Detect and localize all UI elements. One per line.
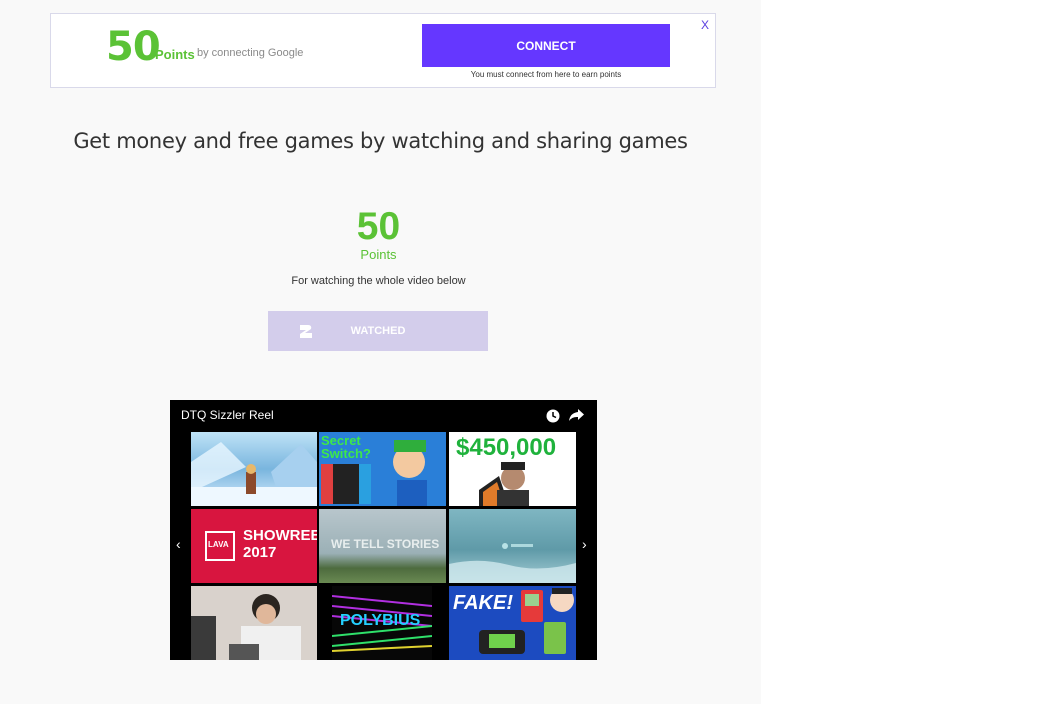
- watched-logo-icon: [300, 325, 312, 338]
- connect-note: You must connect from here to earn point…: [470, 70, 622, 79]
- watched-button[interactable]: WATCHED: [268, 311, 488, 351]
- lava-logo: LAVA: [205, 531, 235, 561]
- banner-description: by connecting Google: [197, 47, 304, 59]
- video-player[interactable]: DTQ Sizzler Reel ‹ › Secret Switch? $450…: [170, 400, 597, 660]
- reward-description: For watching the whole video below: [291, 275, 466, 287]
- chevron-left-icon[interactable]: ‹: [176, 536, 181, 552]
- thumb-gamers[interactable]: [191, 586, 317, 660]
- reward-points-label: Points: [360, 247, 397, 262]
- thumb-we-tell-stories[interactable]: WE TELL STORIES: [319, 509, 446, 583]
- video-title[interactable]: DTQ Sizzler Reel: [181, 408, 274, 422]
- thumb-snow-game[interactable]: [191, 432, 317, 506]
- banner-points-label: Points: [155, 47, 195, 62]
- thumb-lava-showreel[interactable]: LAVA SHOWREEL 2017: [191, 509, 317, 583]
- thumb-secret-switch[interactable]: Secret Switch?: [319, 432, 446, 506]
- thumb-label: $450,000: [456, 434, 557, 461]
- gamers-scene-image: [191, 586, 317, 660]
- thumb-polybius[interactable]: POLYBIUS: [332, 586, 432, 660]
- chevron-right-icon[interactable]: ›: [582, 536, 587, 552]
- thumb-label: SHOWREEL 2017: [243, 527, 317, 561]
- close-banner-button[interactable]: X: [701, 18, 709, 32]
- reward-points-value: 50: [356, 205, 401, 248]
- sea-scene-image: [449, 543, 576, 583]
- share-icon[interactable]: [569, 409, 584, 422]
- connect-banner: 50 Points by connecting Google CONNECT Y…: [50, 13, 716, 88]
- lava-logo-text: LAVA: [208, 540, 229, 549]
- thumb-label: Secret Switch?: [321, 433, 371, 461]
- thumb-label: FAKE!: [453, 592, 513, 614]
- main-content-area: 50 Points by connecting Google CONNECT Y…: [0, 0, 761, 704]
- watch-later-icon[interactable]: [546, 409, 560, 423]
- page-headline: Get money and free games by watching and…: [73, 129, 688, 153]
- connect-button[interactable]: CONNECT: [422, 24, 670, 67]
- thumb-label: POLYBIUS: [340, 612, 421, 629]
- thumb-label: WE TELL STORIES: [331, 537, 440, 551]
- thumb-450000[interactable]: $450,000: [449, 432, 576, 506]
- snow-scene-image: [191, 442, 317, 506]
- banner-points-value: 50: [106, 24, 161, 70]
- thumb-sea[interactable]: [449, 509, 576, 583]
- watched-button-label: WATCHED: [350, 325, 406, 337]
- thumb-fake[interactable]: FAKE!: [449, 586, 576, 660]
